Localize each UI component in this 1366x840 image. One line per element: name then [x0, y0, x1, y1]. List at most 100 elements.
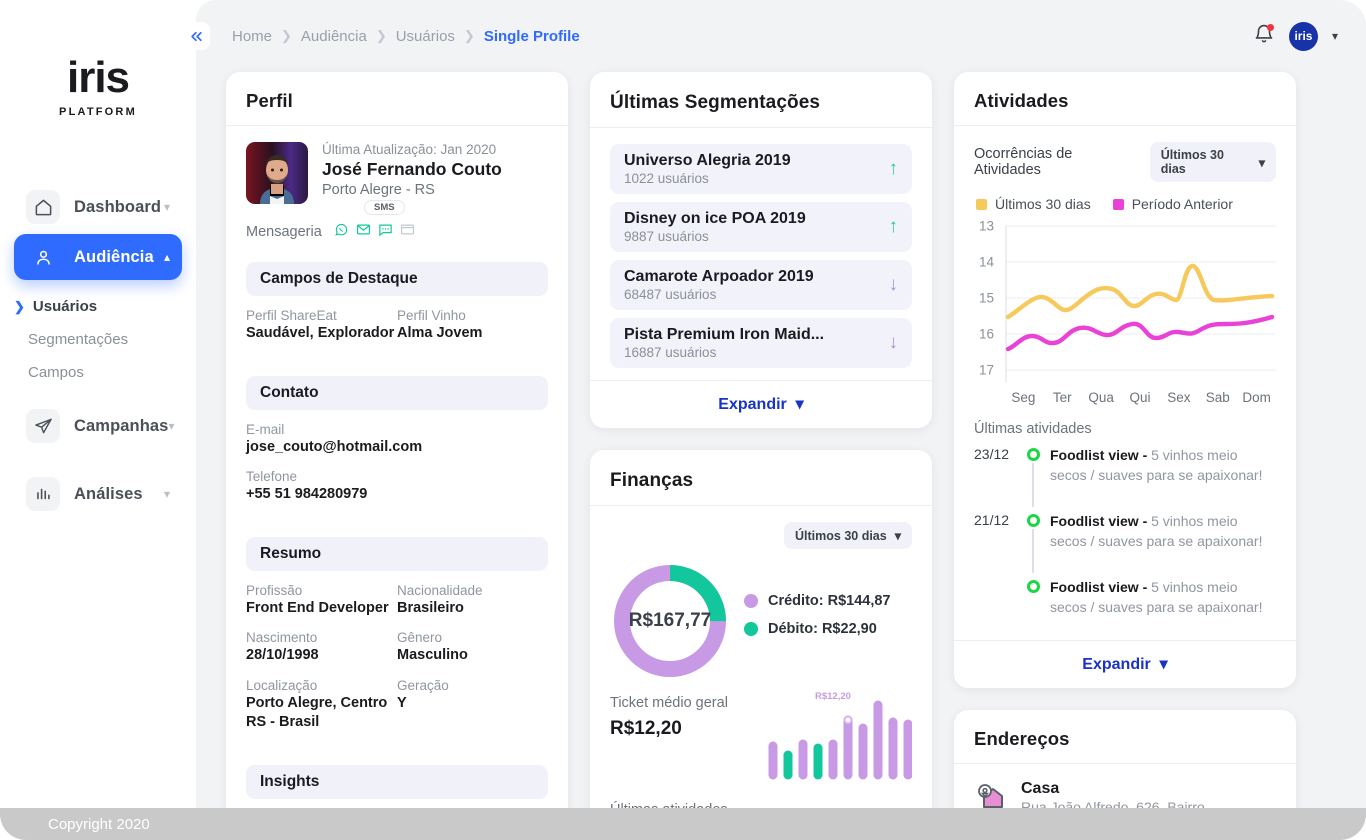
list-item[interactable]: Universo Alegria 2019 1022 usuários ↑	[610, 144, 912, 194]
sidebar-item-usuarios[interactable]: ❯ Usuários	[0, 290, 196, 323]
sidebar-subitem-label: Campos	[28, 364, 84, 381]
legend-item-periodo-anterior: Período Anterior	[1112, 196, 1233, 212]
activity-title: Foodlist view -	[1050, 579, 1148, 595]
arrow-up-icon: ↑	[888, 216, 899, 237]
donut: R$167,77	[610, 561, 730, 681]
segmentation-users: 1022 usuários	[624, 171, 709, 186]
expand-segmentations-button[interactable]: Expandir ▾	[590, 380, 932, 428]
addresses-title: Endereços	[954, 710, 1296, 764]
field-perfil-shareeat: Perfil ShareEat Saudável, Explorador	[246, 308, 397, 344]
bar-marker	[844, 715, 853, 724]
segmentation-users: 68487 usuários	[624, 287, 717, 302]
sidebar-nav: Dashboard ▾ Audiência ▴ ❯ Usuários Segme…	[0, 184, 196, 517]
y-tick: 16	[978, 326, 994, 342]
segmentations-list: Universo Alegria 2019 1022 usuários ↑ Di…	[590, 128, 932, 380]
sidebar-item-dashboard[interactable]: Dashboard ▾	[14, 184, 182, 230]
list-item[interactable]: Pista Premium Iron Maid... 16887 usuário…	[610, 318, 912, 368]
sms-icon[interactable]	[378, 222, 393, 242]
x-axis-labels: Seg Ter Qua Qui Sex Sab Dom	[1004, 390, 1276, 405]
field-value: Masculino	[397, 647, 468, 664]
profile-location: Porto Alegre - RS	[322, 182, 435, 198]
legend-label: Crédito: R$144,87	[768, 593, 891, 609]
copyright-text: Copyright 2020	[48, 815, 150, 833]
sidebar-item-campos[interactable]: Campos	[0, 356, 196, 389]
breadcrumb-usuarios[interactable]: Usuários	[396, 28, 455, 45]
ticket-summary: Ticket médio geral R$12,20	[610, 695, 728, 740]
activity-date: 23/12	[974, 446, 1010, 462]
expand-label: Expandir	[1082, 655, 1151, 673]
chart-subtitle: Ocorrências de Atividades	[974, 146, 1073, 178]
page-title: Perfil	[226, 72, 568, 126]
field-geracao: Geração Y	[397, 678, 548, 733]
field-value: Saudável, Explorador	[246, 325, 395, 341]
activity-text: Foodlist view - 5 vinhos meio secos / su…	[1050, 445, 1276, 507]
field-genero: Gênero Masculino	[397, 630, 548, 666]
activity-date: 21/12	[974, 512, 1010, 528]
section-resumo: Resumo	[246, 536, 548, 571]
sidebar-collapse-button[interactable]	[182, 22, 210, 50]
sms-tooltip: SMS	[364, 200, 405, 215]
email-icon[interactable]	[356, 222, 371, 242]
y-tick: 14	[978, 254, 994, 270]
donut-center-value: R$167,77	[628, 610, 712, 631]
resumo-fields: Profissão Front End Developer Nacionalid…	[246, 583, 548, 745]
status-dot	[1026, 580, 1040, 593]
sidebar-item-label: Campanhas	[74, 416, 169, 435]
finance-period-row: Últimos 30 dias ▾	[610, 522, 912, 549]
list-item[interactable]: Disney on ice POA 2019 9887 usuários ↑	[610, 202, 912, 252]
finance-body: Últimos 30 dias ▾ R$167,77 Crédito: R$14…	[590, 506, 932, 840]
column-profile: Perfil Última Atualização: Jan 2020 José…	[226, 72, 568, 840]
sidebar-item-audiencia[interactable]: Audiência ▴	[14, 234, 182, 280]
list-item: Foodlist view - 5 vinhos meio secos / su…	[974, 577, 1276, 618]
breadcrumb-current[interactable]: Single Profile	[484, 28, 580, 45]
topbar-actions: iris ▾	[1253, 21, 1338, 51]
sidebar-item-analises[interactable]: Análises ▾	[14, 471, 182, 517]
breadcrumb-separator: ❯	[375, 28, 387, 43]
dropdown-label: Últimos 30 dias	[795, 528, 887, 543]
sidebar-item-segmentacoes[interactable]: Segmentações	[0, 323, 196, 356]
legend-label: Débito: R$22,90	[768, 621, 877, 637]
messaging-row: Mensageria SMS	[246, 200, 548, 242]
expand-activities-button[interactable]: Expandir ▾	[954, 639, 1296, 688]
finance-period-dropdown[interactable]: Últimos 30 dias ▾	[784, 522, 912, 549]
segmentation-name: Universo Alegria 2019	[624, 152, 791, 169]
sidebar-item-campanhas[interactable]: Campanhas ▾	[14, 403, 182, 449]
app-root: iris PLATFORM Dashboard ▾ Audiência ▴ ❯ …	[0, 0, 1366, 840]
status-dot	[1026, 514, 1040, 527]
chevron-down-icon[interactable]: ▾	[1332, 29, 1338, 43]
profile-last-update: Última Atualização: Jan 2020	[322, 142, 497, 157]
y-tick: 13	[978, 218, 994, 234]
bar-chart-icon	[26, 477, 60, 511]
footer: Copyright 2020	[0, 808, 1366, 840]
segmentation-name: Pista Premium Iron Maid...	[624, 326, 825, 343]
card-perfil: Perfil Última Atualização: Jan 2020 José…	[226, 72, 568, 840]
avatar[interactable]: iris	[1288, 21, 1318, 51]
whatsapp-icon[interactable]	[334, 222, 349, 242]
push-icon[interactable]	[400, 222, 415, 242]
column-right: Atividades Ocorrências de Atividades Últ…	[954, 72, 1296, 840]
breadcrumb-separator: ❯	[281, 28, 292, 43]
x-tick: Ter	[1052, 390, 1072, 405]
field-key: Telefone	[246, 469, 298, 485]
activity-text: Foodlist view - 5 vinhos meio secos / su…	[1050, 511, 1276, 573]
list-item[interactable]: Camarote Arpoador 2019 68487 usuários ↓	[610, 260, 912, 310]
x-tick: Seg	[1011, 390, 1036, 405]
field-perfil-vinho: Perfil Vinho Alma Jovem	[397, 308, 548, 344]
dashboard-columns: Perfil Última Atualização: Jan 2020 José…	[196, 72, 1366, 840]
sidebar-item-label: Audiência	[74, 247, 154, 266]
activities-title: Atividades	[954, 72, 1296, 126]
bell-icon[interactable]	[1253, 23, 1275, 50]
activities-period-dropdown[interactable]: Últimos 30 dias ▾	[1149, 142, 1276, 182]
x-tick: Qui	[1129, 390, 1151, 405]
sidebar-item-label: Análises	[74, 484, 143, 503]
bar-annotation: R$12,20	[815, 691, 851, 702]
list-item: 21/12 Foodlist view - 5 vinhos meio seco…	[974, 511, 1276, 573]
segmentations-title: Últimas Segmentações	[590, 72, 932, 128]
breadcrumb-home[interactable]: Home	[232, 28, 272, 45]
y-tick: 17	[978, 362, 994, 378]
breadcrumb-audiencia[interactable]: Audiência	[301, 28, 367, 45]
chart-legend: Últimos 30 dias Período Anterior	[976, 196, 1276, 212]
arrow-up-icon: ↑	[888, 158, 899, 179]
ticket-row: Ticket médio geral R$12,20 R$12,20	[610, 691, 913, 786]
field-key: Perfil Vinho	[397, 308, 466, 323]
